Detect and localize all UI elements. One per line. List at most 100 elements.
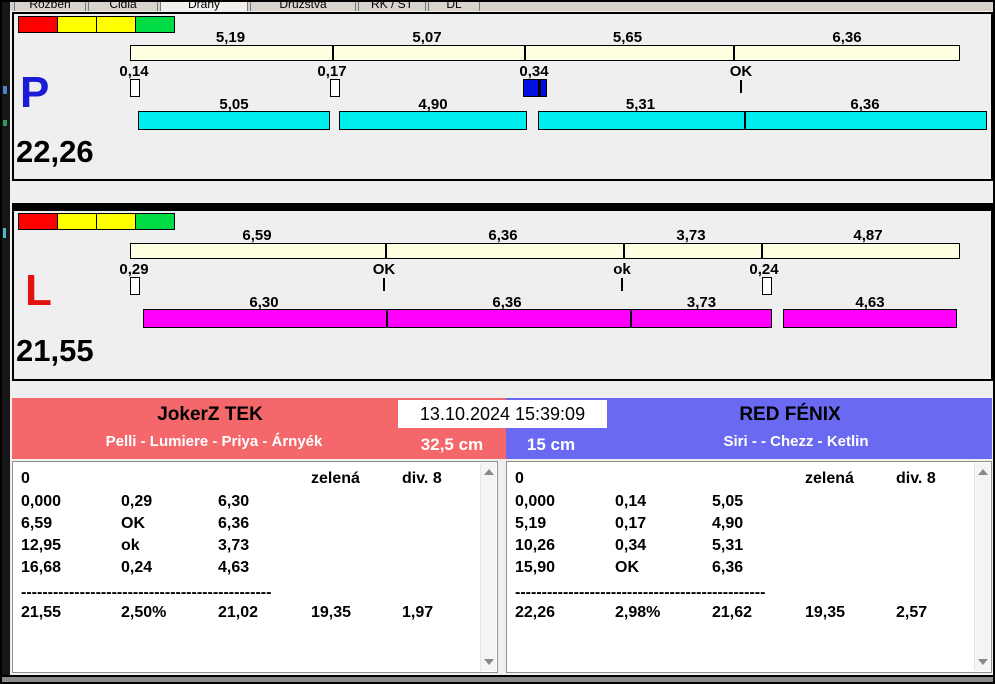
table-separator: ----------------------------------------…	[515, 584, 766, 601]
tab-druzstva[interactable]: Družstvá	[250, 2, 356, 11]
total-time: 21,55	[21, 604, 62, 621]
team-table-right: 0 zelená div. 8 0,000 0,14 5,05 5,19 0,1…	[506, 461, 992, 673]
total-clean: 21,62	[712, 604, 753, 621]
table-cell: OK	[121, 515, 145, 532]
split-label: 3,73	[676, 227, 706, 244]
tab-drahy[interactable]: Dráhy	[160, 2, 248, 11]
light-yellow-1	[57, 16, 97, 33]
tab-rk-st[interactable]: RK / ST	[358, 2, 426, 11]
leg-label: 4,63	[855, 294, 885, 311]
crossing-marker	[130, 79, 140, 97]
table-cell: 15,90	[515, 559, 556, 576]
split-divider	[385, 244, 387, 258]
total-best: 19,35	[311, 604, 352, 621]
table-cell: 3,73	[218, 537, 250, 554]
table-separator: ----------------------------------------…	[21, 584, 272, 601]
tab-bar: Rozbeh Cidla Dráhy Družstvá RK / ST DL	[10, 2, 993, 11]
leg-bar	[138, 111, 330, 130]
scroll-down-icon[interactable]	[484, 659, 494, 665]
window-edge-artifact	[3, 86, 7, 94]
table-cell: 0,000	[515, 493, 556, 510]
timing-app-window: Rozbeh Cidla Dráhy Družstvá RK / ST DL 5…	[0, 0, 995, 684]
tab-dl[interactable]: DL	[428, 2, 480, 11]
table-cell: 4,63	[218, 559, 250, 576]
leg-bar	[339, 111, 527, 130]
table-cell: 16,68	[21, 559, 62, 576]
total-percent: 2,98%	[615, 604, 661, 621]
split-divider	[733, 46, 735, 60]
table-cell: 6,36	[218, 515, 250, 532]
crossing-marker	[330, 79, 340, 97]
table-cell: 0,14	[615, 493, 647, 510]
lane-letter-p: P	[20, 68, 50, 117]
split-timeline-bar-l	[130, 243, 960, 259]
split-label: 6,36	[832, 29, 862, 46]
split-label: 5,65	[612, 29, 643, 46]
table-scrollbar[interactable]	[974, 463, 990, 671]
table-cell: 6,36	[712, 559, 744, 576]
table-cell: 4,90	[712, 515, 744, 532]
leg-bar	[143, 309, 772, 328]
table-cell: 0,17	[615, 515, 647, 532]
table-scrollbar[interactable]	[480, 463, 496, 671]
datetime-display: 13.10.2024 15:39:09	[398, 400, 607, 428]
team-name-right: RED FÉNIX	[739, 404, 841, 425]
leg-label: 5,31	[625, 96, 656, 113]
table-cell: 0,29	[121, 493, 153, 510]
light-red	[18, 213, 58, 230]
scroll-up-icon[interactable]	[978, 469, 988, 475]
window-edge-artifact	[3, 120, 7, 126]
lane-panel-l: 6,59 6,36 3,73 4,87 0,29 OK ok 0,24 6,30…	[12, 203, 993, 381]
leg-divider	[630, 310, 632, 327]
split-divider	[524, 46, 526, 60]
total-best: 19,35	[805, 604, 846, 621]
table-cell: 0,24	[121, 559, 153, 576]
background-window-edge	[0, 0, 10, 684]
leg-label: 3,73	[686, 294, 717, 311]
division-label: div. 8	[402, 470, 442, 487]
crossing-label: OK	[729, 63, 753, 80]
window-bottom-edge	[0, 675, 995, 684]
crossing-marker-ok	[383, 278, 385, 291]
total-diff: 2,57	[896, 604, 928, 621]
light-status: zelená	[805, 470, 854, 487]
lane-panel-p: 5,19 5,07 5,65 6,36 0,14 0,17 0,34 OK 5,…	[12, 12, 993, 181]
table-cell: 6,30	[218, 493, 250, 510]
tab-cidla[interactable]: Cidla	[88, 2, 158, 11]
crossing-label: OK	[372, 261, 396, 278]
total-clean: 21,02	[218, 604, 259, 621]
crossing-marker	[130, 277, 140, 295]
leg-label: 6,30	[249, 294, 279, 311]
table-cell: 10,26	[515, 537, 556, 554]
lane-total-p: 22,26	[16, 134, 94, 169]
split-label: 6,59	[242, 227, 272, 244]
crossing-marker	[762, 277, 772, 295]
scroll-down-icon[interactable]	[978, 659, 988, 665]
leg-label: 4,90	[418, 96, 448, 113]
division-label: div. 8	[896, 470, 936, 487]
table-cell: 5,05	[712, 493, 744, 510]
leg-label: 6,36	[492, 294, 522, 311]
leg-divider	[744, 112, 746, 129]
crossing-label: 0,24	[749, 261, 779, 278]
tab-rozbeh[interactable]: Rozbeh	[14, 2, 86, 11]
crossing-marker-fault	[523, 79, 547, 97]
jump-height-right: 15 cm	[526, 435, 576, 454]
table-cell: 0,34	[615, 537, 647, 554]
leg-label: 5,05	[219, 96, 249, 113]
leg-divider	[386, 310, 388, 327]
crossing-marker-ok	[740, 80, 742, 93]
split-timeline-bar-p	[130, 45, 960, 61]
jump-height-left: 32,5 cm	[420, 435, 484, 454]
total-diff: 1,97	[402, 604, 434, 621]
crossing-marker-ok	[621, 278, 623, 291]
leg-bar	[783, 309, 957, 328]
team-dogs-left: Pelli - Lumiere - Priya - Árnyék	[105, 433, 323, 450]
light-red	[18, 16, 58, 33]
crossing-label: 0,29	[119, 261, 149, 278]
split-divider	[761, 244, 763, 258]
crossing-label: 0,17	[317, 63, 347, 80]
scroll-up-icon[interactable]	[484, 469, 494, 475]
run-number: 0	[515, 470, 524, 487]
light-status: zelená	[311, 470, 360, 487]
